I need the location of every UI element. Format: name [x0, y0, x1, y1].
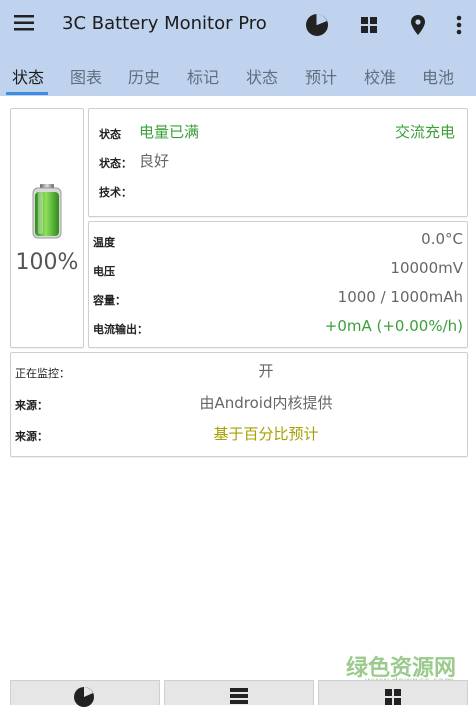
app-title: 3C Battery Monitor Pro	[62, 13, 267, 34]
location-pin-icon[interactable]	[405, 12, 431, 38]
more-vert-icon[interactable]	[446, 12, 472, 38]
menu-icon[interactable]	[14, 14, 34, 32]
battery-card[interactable]: 100%	[10, 108, 84, 348]
capacity-label: 容量：	[93, 294, 126, 307]
tab-markers[interactable]: 标记	[187, 64, 219, 88]
status-value: 电量已满	[139, 123, 200, 141]
tab-status[interactable]: 状态	[12, 64, 44, 88]
voltage-value: 10000mV	[390, 259, 463, 277]
bottom-grid-button[interactable]	[318, 680, 468, 705]
grid-icon	[385, 689, 401, 705]
app-bar: 3C Battery Monitor Pro	[0, 0, 476, 50]
monitoring-value: 开	[258, 362, 274, 380]
list-icon	[230, 688, 248, 704]
technology-label: 技术：	[99, 186, 132, 199]
charge-type-value: 交流充电	[394, 123, 455, 141]
metrics-card[interactable]: 温度 0.0°C 电压 10000mV 容量： 1000 / 1000mAh 电…	[88, 221, 468, 348]
tab-status-2[interactable]: 状态	[246, 64, 278, 88]
tab-calibration[interactable]: 校准	[364, 64, 396, 88]
tab-indicator	[6, 92, 48, 95]
current-label: 电流输出：	[93, 323, 148, 336]
tab-history[interactable]: 历史	[128, 64, 160, 88]
health-value: 良好	[139, 152, 170, 170]
source-value-1: 由Android内核提供	[199, 394, 333, 412]
grid-icon[interactable]	[356, 12, 382, 38]
tab-chart[interactable]: 图表	[70, 64, 102, 88]
voltage-label: 电压	[93, 265, 115, 278]
monitor-card[interactable]: 正在监控： 开 来源： 由Android内核提供 来源： 基于百分比预计	[10, 352, 468, 457]
pie-chart-icon	[74, 687, 94, 707]
source-value-2: 基于百分比预计	[213, 425, 319, 443]
bottom-pie-button[interactable]	[10, 680, 160, 707]
tab-estimate[interactable]: 预计	[305, 64, 337, 88]
temperature-label: 温度	[93, 236, 115, 249]
tab-bar: 状态 图表 历史 标记 状态 预计 校准 电池	[0, 50, 476, 96]
capacity-value: 1000 / 1000mAh	[337, 288, 463, 306]
pie-chart-icon[interactable]	[304, 12, 330, 38]
bottom-list-button[interactable]	[164, 680, 314, 705]
status-label: 状态	[99, 128, 121, 141]
tab-battery[interactable]: 电池	[422, 64, 454, 88]
battery-percent: 100%	[15, 250, 79, 275]
current-value: +0mA (+0.00%/h)	[324, 317, 463, 335]
battery-icon	[32, 184, 62, 239]
status-card[interactable]: 状态 电量已满 交流充电 状态： 良好 技术：	[88, 108, 468, 217]
health-label: 状态：	[99, 157, 132, 170]
temperature-value: 0.0°C	[421, 230, 463, 248]
